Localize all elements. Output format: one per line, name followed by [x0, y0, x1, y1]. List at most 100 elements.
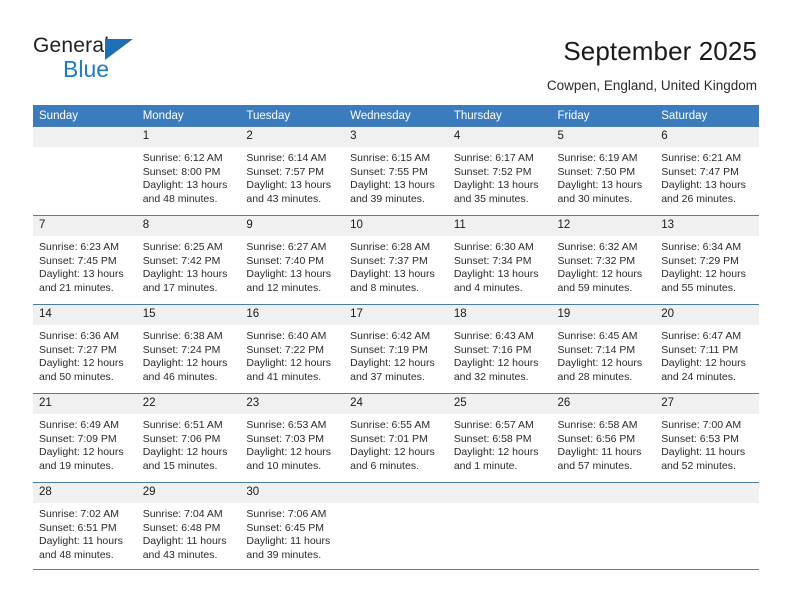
day-number: 10	[344, 216, 448, 236]
day-cell-details: Sunrise: 6:32 AM Sunset: 7:32 PM Daylight:…	[552, 236, 656, 295]
daylight-text-line1: Daylight: 13 hours	[246, 268, 332, 281]
day-number: 16	[240, 305, 345, 325]
calendar-day-cell[interactable]: 6 Sunrise: 6:21 AM Sunset: 7:47 PM Daylight…	[655, 126, 759, 216]
calendar-day-cell[interactable]: 11 Sunrise: 6:30 AM Sunset: 7:34 PM Dayligh…	[447, 215, 552, 305]
calendar-day-cell[interactable]: 25 Sunrise: 6:57 AM Sunset: 6:58 PM Dayligh…	[447, 393, 552, 483]
day-cell-inner: 6 Sunrise: 6:21 AM Sunset: 7:47 PM Daylight…	[655, 127, 759, 215]
calendar-day-cell[interactable]: 4 Sunrise: 6:17 AM Sunset: 7:52 PM Daylight…	[447, 126, 552, 216]
day-cell-details: Sunrise: 6:19 AM Sunset: 7:50 PM Daylight:…	[552, 147, 656, 206]
sunset-text: Sunset: 7:57 PM	[246, 165, 325, 178]
daylight-text-line1: Daylight: 12 hours	[661, 357, 746, 370]
calendar-day-cell[interactable]: 2 Sunrise: 6:14 AM Sunset: 7:57 PM Daylight…	[240, 126, 345, 216]
day-cell-inner: 9 Sunrise: 6:27 AM Sunset: 7:40 PM Daylight…	[240, 216, 345, 304]
weekday-header-row: Sunday Monday Tuesday Wednesday Thursday…	[33, 105, 759, 127]
daylight-text-line1: Daylight: 12 hours	[350, 446, 435, 459]
calendar-week-row: 1 Sunrise: 6:12 AM Sunset: 8:00 PM Daylight…	[33, 126, 759, 216]
daylight-text-line2: and 39 minutes.	[350, 192, 425, 205]
sunrise-text: Sunrise: 7:04 AM	[142, 508, 223, 520]
calendar-day-cell[interactable]: 3 Sunrise: 6:15 AM Sunset: 7:55 PM Daylight…	[344, 126, 448, 216]
calendar-day-cell[interactable]: 17 Sunrise: 6:42 AM Sunset: 7:19 PM Dayligh…	[344, 304, 448, 394]
sunset-text: Sunset: 7:16 PM	[453, 343, 532, 356]
day-cell-inner: 19 Sunrise: 6:45 AM Sunset: 7:14 PM Dayligh…	[551, 305, 656, 393]
daylight-text-line2: and 55 minutes.	[661, 281, 736, 294]
calendar-day-cell[interactable]: 14 Sunrise: 6:36 AM Sunset: 7:27 PM Dayligh…	[33, 304, 137, 394]
sunrise-text: Sunrise: 6:28 AM	[350, 241, 431, 253]
calendar-day-cell[interactable]: 19 Sunrise: 6:45 AM Sunset: 7:14 PM Dayligh…	[551, 304, 656, 394]
calendar-day-cell[interactable]: 21 Sunrise: 6:49 AM Sunset: 7:09 PM Dayligh…	[33, 393, 137, 483]
day-cell-inner	[344, 483, 448, 569]
sunrise-text: Sunrise: 6:32 AM	[557, 241, 638, 253]
day-number: 20	[655, 305, 759, 325]
page-title: September 2025	[563, 36, 757, 66]
sunrise-text: Sunrise: 6:14 AM	[246, 152, 327, 164]
day-cell-details: Sunrise: 6:45 AM Sunset: 7:14 PM Daylight:…	[552, 325, 656, 384]
daylight-text-line2: and 15 minutes.	[142, 459, 218, 472]
daylight-text-line2: and 43 minutes.	[142, 548, 218, 561]
calendar-day-cell[interactable]: 15 Sunrise: 6:38 AM Sunset: 7:24 PM Dayligh…	[136, 304, 241, 394]
sunrise-text: Sunrise: 6:30 AM	[453, 241, 534, 253]
day-number: 13	[655, 216, 759, 236]
daylight-text-line1: Daylight: 12 hours	[453, 446, 539, 459]
calendar-day-cell[interactable]: 12 Sunrise: 6:32 AM Sunset: 7:32 PM Dayligh…	[551, 215, 656, 305]
sunset-text: Sunset: 7:52 PM	[453, 165, 532, 178]
calendar-day-cell[interactable]: 28 Sunrise: 7:02 AM Sunset: 6:51 PM Dayligh…	[33, 482, 137, 570]
calendar-day-cell[interactable]: 9 Sunrise: 6:27 AM Sunset: 7:40 PM Daylight…	[240, 215, 345, 305]
day-cell-inner: 2 Sunrise: 6:14 AM Sunset: 7:57 PM Daylight…	[240, 127, 345, 215]
sunrise-text: Sunrise: 6:51 AM	[142, 419, 223, 431]
triangle-icon	[105, 39, 133, 60]
calendar-day-cell[interactable]: 16 Sunrise: 6:40 AM Sunset: 7:22 PM Dayligh…	[240, 304, 345, 394]
calendar-day-cell[interactable]: 18 Sunrise: 6:43 AM Sunset: 7:16 PM Dayligh…	[447, 304, 552, 394]
day-cell-inner: 17 Sunrise: 6:42 AM Sunset: 7:19 PM Dayligh…	[344, 305, 448, 393]
daylight-text-line2: and 59 minutes.	[557, 281, 633, 294]
general-blue-logo[interactable]: General Blue	[33, 34, 233, 90]
weekday-header-wednesday: Wednesday	[344, 105, 448, 127]
day-cell-details: Sunrise: 6:57 AM Sunset: 6:58 PM Daylight:…	[448, 414, 552, 473]
day-cell-details: Sunrise: 6:25 AM Sunset: 7:42 PM Daylight:…	[137, 236, 241, 295]
sunrise-text: Sunrise: 6:40 AM	[246, 330, 327, 342]
calendar-day-cell[interactable]: 22 Sunrise: 6:51 AM Sunset: 7:06 PM Dayligh…	[136, 393, 241, 483]
calendar-day-cell[interactable]: 1 Sunrise: 6:12 AM Sunset: 8:00 PM Daylight…	[136, 126, 241, 216]
calendar-day-cell[interactable]: 27 Sunrise: 7:00 AM Sunset: 6:53 PM Dayligh…	[655, 393, 759, 483]
sunset-text: Sunset: 7:42 PM	[142, 254, 221, 267]
daylight-text-line2: and 35 minutes.	[453, 192, 529, 205]
day-cell-inner: 27 Sunrise: 7:00 AM Sunset: 6:53 PM Dayligh…	[655, 394, 759, 482]
calendar-day-cell[interactable]: 8 Sunrise: 6:25 AM Sunset: 7:42 PM Daylight…	[136, 215, 241, 305]
calendar-day-cell[interactable]: 10 Sunrise: 6:28 AM Sunset: 7:37 PM Dayligh…	[344, 215, 448, 305]
day-number: 26	[551, 394, 656, 414]
day-number	[33, 127, 137, 147]
calendar-day-cell[interactable]: 24 Sunrise: 6:55 AM Sunset: 7:01 PM Dayligh…	[344, 393, 448, 483]
day-cell-inner: 13 Sunrise: 6:34 AM Sunset: 7:29 PM Dayligh…	[655, 216, 759, 304]
calendar-day-cell[interactable]: 7 Sunrise: 6:23 AM Sunset: 7:45 PM Daylight…	[33, 215, 137, 305]
sunset-text: Sunset: 7:50 PM	[557, 165, 636, 178]
day-number: 1	[136, 127, 241, 147]
calendar-day-cell[interactable]: 29 Sunrise: 7:04 AM Sunset: 6:48 PM Dayligh…	[136, 482, 241, 570]
sunset-text: Sunset: 7:06 PM	[142, 432, 221, 445]
daylight-text-line1: Daylight: 12 hours	[453, 357, 539, 370]
day-number: 27	[655, 394, 759, 414]
daylight-text-line1: Daylight: 13 hours	[39, 268, 124, 281]
calendar-week-row: 14 Sunrise: 6:36 AM Sunset: 7:27 PM Dayligh…	[33, 304, 759, 394]
day-cell-inner: 26 Sunrise: 6:58 AM Sunset: 6:56 PM Dayligh…	[551, 394, 656, 482]
day-number: 30	[240, 483, 345, 503]
daylight-text-line2: and 48 minutes.	[39, 548, 114, 561]
sunrise-text: Sunrise: 6:36 AM	[39, 330, 119, 342]
calendar-day-cell[interactable]: 23 Sunrise: 6:53 AM Sunset: 7:03 PM Dayligh…	[240, 393, 345, 483]
calendar-week-row: 7 Sunrise: 6:23 AM Sunset: 7:45 PM Daylight…	[33, 215, 759, 305]
weekday-header-monday: Monday	[136, 105, 241, 127]
page-subtitle: Cowpen, England, United Kingdom	[546, 78, 757, 93]
calendar-day-cell[interactable]: 13 Sunrise: 6:34 AM Sunset: 7:29 PM Dayligh…	[655, 215, 759, 305]
daylight-text-line2: and 1 minute.	[453, 459, 518, 472]
calendar-day-cell[interactable]: 26 Sunrise: 6:58 AM Sunset: 6:56 PM Dayligh…	[551, 393, 656, 483]
logo-text-general: General	[33, 34, 110, 57]
calendar-day-cell[interactable]: 5 Sunrise: 6:19 AM Sunset: 7:50 PM Daylight…	[551, 126, 656, 216]
daylight-text-line1: Daylight: 12 hours	[142, 357, 228, 370]
day-cell-inner: 21 Sunrise: 6:49 AM Sunset: 7:09 PM Dayligh…	[33, 394, 137, 482]
calendar-day-cell[interactable]: 20 Sunrise: 6:47 AM Sunset: 7:11 PM Dayligh…	[655, 304, 759, 394]
day-cell-details: Sunrise: 6:23 AM Sunset: 7:45 PM Daylight:…	[33, 236, 137, 295]
weekday-header-sunday: Sunday	[33, 105, 137, 127]
calendar-day-cell[interactable]: 30 Sunrise: 7:06 AM Sunset: 6:45 PM Dayligh…	[240, 482, 345, 570]
day-number: 14	[33, 305, 137, 325]
day-number: 12	[551, 216, 656, 236]
day-cell-inner: 23 Sunrise: 6:53 AM Sunset: 7:03 PM Dayligh…	[240, 394, 345, 482]
daylight-text-line1: Daylight: 13 hours	[350, 268, 435, 281]
